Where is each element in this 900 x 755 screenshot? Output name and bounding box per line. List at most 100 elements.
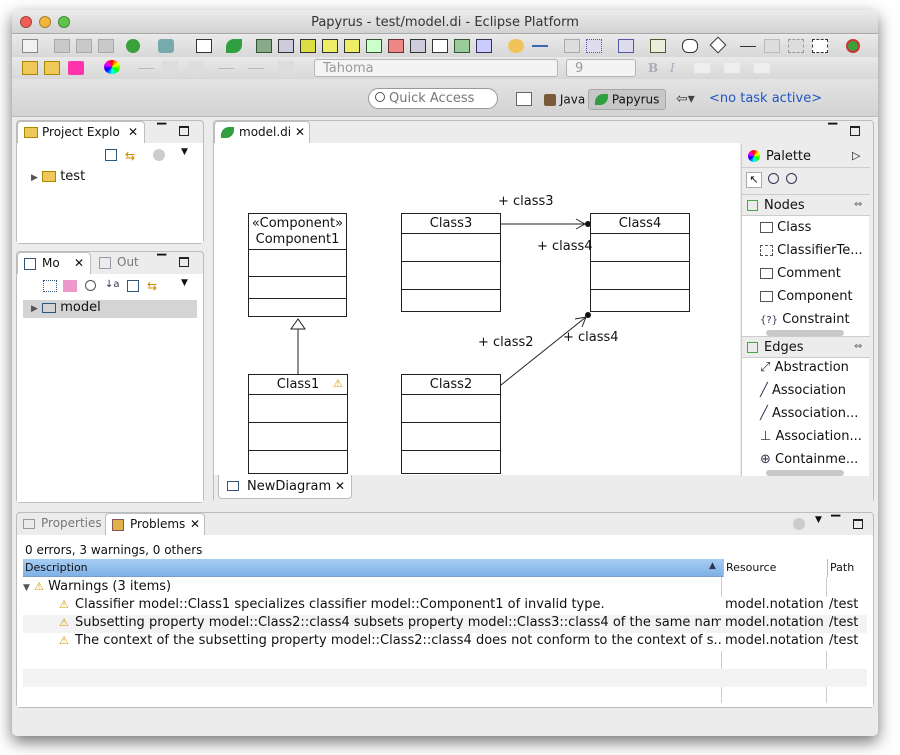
font-family-combo[interactable]: Tahoma (314, 59, 558, 77)
diagram-tool-11-icon[interactable] (476, 39, 492, 53)
refresh-icon[interactable] (508, 39, 524, 53)
drawer-pin-icon[interactable]: ⇔ (854, 199, 862, 210)
diagram-tool-3-icon[interactable] (300, 39, 316, 53)
maximize-icon[interactable] (853, 519, 863, 529)
layout-9-icon[interactable] (812, 39, 828, 53)
nav-icon-6[interactable] (278, 61, 294, 75)
maximize-icon[interactable] (850, 126, 860, 136)
palette-node-classifier-template[interactable]: ClassifierTe... (760, 243, 863, 258)
minimize-icon[interactable]: ▔ (831, 515, 840, 529)
close-tab-icon[interactable]: ✕ (74, 256, 84, 270)
minimize-icon[interactable]: ▔ (828, 123, 837, 137)
palette-collapse-icon[interactable]: ▷ (852, 149, 860, 162)
palette-edge-containment[interactable]: ⊕ Containme... (760, 452, 858, 467)
tab-project-explorer[interactable]: Project Explo ✕ (17, 121, 145, 143)
bold-icon[interactable]: B (648, 61, 658, 75)
line-color-icon[interactable] (754, 63, 770, 73)
filter-icon[interactable] (153, 149, 165, 161)
save-icon[interactable] (54, 39, 70, 53)
problem-row[interactable]: ⚠ Subsetting property model::Class2::cla… (23, 615, 867, 633)
edge-label-class4-upper[interactable]: + class4 (537, 239, 593, 254)
nav-prev-icon[interactable] (218, 61, 234, 69)
column-resource[interactable]: Resource (723, 559, 827, 577)
tab-model-explorer[interactable]: Mo ✕ (17, 252, 91, 274)
class4-node[interactable]: Class4 (590, 213, 690, 312)
folder-icon[interactable] (44, 61, 60, 75)
view-menu-icon[interactable]: ▼ (181, 147, 188, 157)
diagram-tool-10-icon[interactable] (454, 39, 470, 53)
italic-icon[interactable]: I (670, 61, 675, 75)
close-tab-icon[interactable]: ✕ (128, 125, 138, 139)
edges-scroll-indicator[interactable] (766, 470, 844, 476)
minimize-icon[interactable]: ▔ (157, 123, 166, 137)
save-all-icon[interactable] (76, 39, 92, 53)
view-menu-icon[interactable]: ▼ (181, 278, 188, 288)
warnings-group-row[interactable]: ▼ ⚠ Warnings (3 items) (23, 579, 171, 597)
layout-4-icon[interactable] (650, 39, 666, 53)
palette-edge-association-class[interactable]: ⊥ Association... (760, 429, 862, 444)
debug-icon[interactable] (158, 39, 174, 53)
open-perspective-button-icon[interactable] (516, 92, 532, 106)
width-icon[interactable] (740, 39, 756, 47)
font-color-icon[interactable] (694, 63, 710, 73)
task-back-icon[interactable]: ⇦▾ (676, 91, 695, 107)
palette-edge-abstraction[interactable]: ⤢ Abstraction (760, 360, 849, 375)
palette-edges-header[interactable]: Edges ⇔ (742, 336, 870, 358)
zoom-in-icon[interactable] (768, 173, 779, 184)
layout-7-icon[interactable] (764, 39, 780, 53)
tab-model-di[interactable]: model.di ✕ (214, 121, 310, 143)
task-indicator[interactable]: <no task active> (709, 91, 822, 106)
print-icon[interactable] (98, 39, 114, 53)
filter-icon[interactable] (793, 518, 805, 530)
fill-color-icon[interactable] (724, 63, 740, 73)
edge-label-class4-lower[interactable]: + class4 (563, 330, 619, 345)
palette-nodes-header[interactable]: Nodes ⇔ (742, 194, 870, 216)
open-perspective-icon[interactable] (196, 39, 212, 53)
layout-6-icon[interactable] (709, 36, 727, 54)
drawer-pin-icon[interactable]: ⇔ (854, 341, 862, 352)
palette-node-comment[interactable]: Comment (760, 266, 841, 281)
diagram-tool-6-icon[interactable] (366, 39, 382, 53)
perspective-java[interactable]: Java (540, 90, 589, 110)
problem-row[interactable]: ⚠ The context of the subsetting property… (23, 633, 867, 651)
class1-node[interactable]: Class1 ⚠ (248, 374, 348, 474)
diagram-canvas[interactable]: «Component» Component1 Class3 Class4 Cla… (214, 143, 740, 475)
link-editor-icon[interactable]: ⇆ (147, 279, 163, 293)
tab-new-diagram[interactable]: NewDiagram ✕ (218, 475, 352, 499)
layout-1-icon[interactable] (564, 39, 580, 53)
class3-node[interactable]: Class3 (401, 213, 501, 312)
run-icon[interactable] (126, 39, 140, 53)
diagram-tool-4-icon[interactable] (322, 39, 338, 53)
close-tab-icon[interactable]: ✕ (295, 125, 305, 139)
color-wheel-icon[interactable] (104, 60, 120, 74)
tab-properties[interactable]: Properties (17, 513, 103, 535)
perspective-papyrus[interactable]: Papyrus (588, 89, 667, 110)
diagram-tool-1-icon[interactable] (256, 39, 272, 53)
papyrus-icon[interactable] (226, 39, 242, 53)
diagram-tool-8-icon[interactable] (410, 39, 426, 53)
quick-access-field[interactable]: Quick Access (368, 88, 498, 109)
diagram-tool-2-icon[interactable] (278, 39, 294, 53)
palette-edge-association[interactable]: ╱ Association (760, 383, 846, 398)
palette-header[interactable]: Palette ▷ (742, 144, 870, 168)
layout-5-icon[interactable] (682, 39, 698, 53)
layout-3-icon[interactable] (618, 39, 634, 53)
model-tool-1-icon[interactable] (43, 280, 57, 292)
nav-icon-2[interactable] (162, 61, 178, 75)
layout-2-icon[interactable] (586, 39, 602, 53)
brush-icon[interactable] (68, 61, 84, 75)
tree-item-model[interactable]: ▶ model (23, 300, 197, 318)
edge-label-class3[interactable]: + class3 (498, 194, 554, 209)
palette-node-class[interactable]: Class (760, 220, 811, 235)
nav-back-icon[interactable] (138, 61, 154, 69)
diagram-tool-5-icon[interactable] (344, 39, 360, 53)
zoom-out-icon[interactable] (786, 173, 797, 184)
view-menu-icon[interactable]: ▼ (815, 515, 822, 525)
tab-problems[interactable]: Problems ✕ (105, 513, 205, 535)
open-folder-icon[interactable] (22, 61, 38, 75)
link-editor-icon[interactable]: ⇆ (125, 149, 139, 163)
palette-edge-association-2[interactable]: ╱ Association... (760, 406, 858, 421)
problem-row[interactable]: ⚠ Classifier model::Class1 specializes c… (23, 597, 867, 615)
edge-label-class2[interactable]: + class2 (478, 335, 534, 350)
nav-icon-3[interactable] (188, 61, 204, 75)
